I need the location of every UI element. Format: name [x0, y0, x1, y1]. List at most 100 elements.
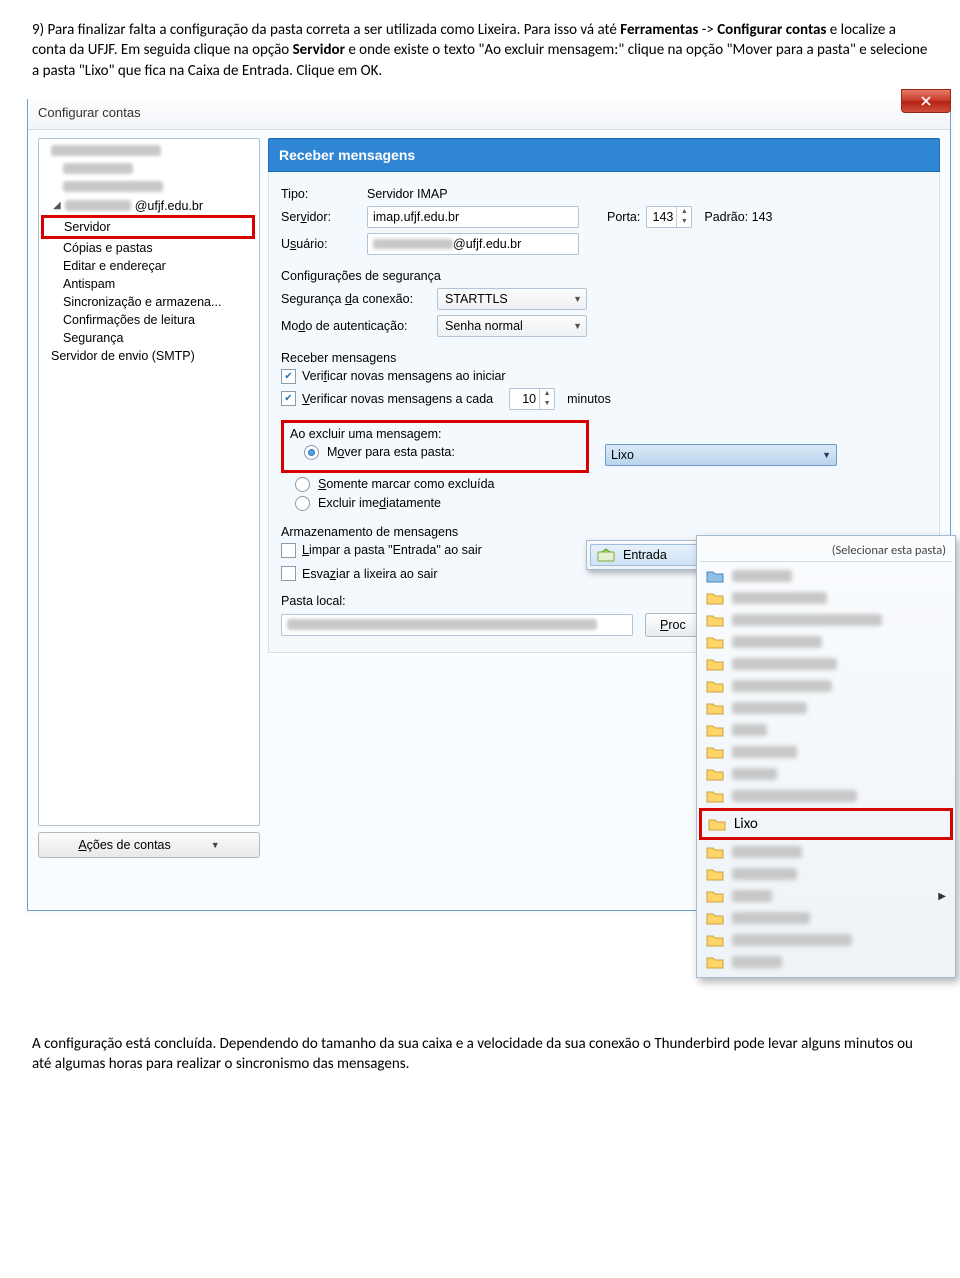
- radio-delete-immediate-label: Excluir imediatamente: [318, 496, 441, 510]
- folder-item[interactable]: [700, 841, 952, 863]
- folder-item[interactable]: [700, 763, 952, 785]
- servidor-item-highlight[interactable]: Servidor: [41, 215, 255, 239]
- chk-check-interval[interactable]: ✔: [281, 391, 296, 406]
- folder-item[interactable]: [700, 631, 952, 653]
- folder-dropdown[interactable]: Lixo ▼: [605, 444, 837, 466]
- close-icon: [921, 96, 931, 106]
- folder-icon: [706, 635, 724, 649]
- usuario-input[interactable]: @ufjf.edu.br: [367, 233, 579, 255]
- submenu-header[interactable]: (Selecionar esta pasta): [700, 540, 952, 562]
- tree-item-servidor: Servidor: [64, 220, 111, 234]
- folder-icon: [706, 591, 724, 605]
- folder-item[interactable]: ▶: [700, 885, 952, 907]
- folder-item[interactable]: [700, 863, 952, 885]
- radio-delete-immediate[interactable]: [295, 496, 310, 511]
- radio-move-folder[interactable]: [304, 445, 319, 460]
- pasta-local-input[interactable]: [281, 614, 633, 636]
- chk-check-startup-label: Verificar novas mensagens ao iniciar: [302, 369, 506, 383]
- radio-mark-deleted-label: Somente marcar como excluída: [318, 477, 494, 491]
- delete-msg-title: Ao excluir uma mensagem:: [290, 427, 580, 441]
- chevron-down-icon: ▼: [573, 294, 582, 304]
- chk-empty-trash[interactable]: [281, 566, 296, 581]
- folder-item[interactable]: [700, 587, 952, 609]
- folder-item[interactable]: [700, 565, 952, 587]
- screenshot-container: Configurar contas ◢ @ufjf.edu.br: [24, 99, 954, 914]
- chevron-down-icon: ▼: [822, 450, 831, 460]
- folder-icon: [706, 701, 724, 715]
- tree-item-sinc[interactable]: Sincronização e armazena...: [39, 293, 259, 311]
- folder-submenu: (Selecionar esta pasta) Lixo ▶: [696, 535, 956, 978]
- radio-mark-deleted[interactable]: [295, 477, 310, 492]
- spin-arrows[interactable]: ▲▼: [676, 207, 691, 227]
- window-close-button[interactable]: [901, 89, 951, 113]
- chevron-down-icon: ▼: [573, 321, 582, 331]
- spin-arrows[interactable]: ▲▼: [539, 389, 554, 409]
- porta-label: Porta:: [607, 210, 640, 224]
- chevron-down-icon: ▼: [211, 840, 220, 850]
- tree-row[interactable]: [39, 179, 259, 197]
- chk-check-startup[interactable]: ✔: [281, 369, 296, 384]
- account-actions-label: Ações de contas: [78, 838, 170, 852]
- tree-item-copias[interactable]: Cópias e pastas: [39, 239, 259, 257]
- folder-icon: [706, 889, 724, 903]
- folder-icon: [706, 955, 724, 969]
- tree-account[interactable]: ◢ @ufjf.edu.br: [39, 197, 259, 215]
- tree-item-editar[interactable]: Editar e endereçar: [39, 257, 259, 275]
- folder-item[interactable]: [700, 741, 952, 763]
- inbox-icon: [597, 548, 615, 562]
- folder-item[interactable]: [700, 697, 952, 719]
- account-suffix: @ufjf.edu.br: [135, 199, 203, 213]
- folder-item[interactable]: [700, 929, 952, 951]
- folder-icon: [706, 613, 724, 627]
- seg-label: Segurança da conexão:: [281, 292, 431, 306]
- folder-icon: [706, 679, 724, 693]
- tree-row[interactable]: [39, 143, 259, 161]
- receive-section-title: Receber mensagens: [281, 351, 927, 365]
- folder-icon: [706, 933, 724, 947]
- folder-item[interactable]: [700, 675, 952, 697]
- window-title: Configurar contas: [38, 105, 141, 120]
- folder-lixo-highlight[interactable]: Lixo: [699, 808, 953, 840]
- accounts-tree[interactable]: ◢ @ufjf.edu.br Servidor Cópias e pastas …: [38, 138, 260, 826]
- folder-item[interactable]: [700, 907, 952, 929]
- folder-icon: [706, 657, 724, 671]
- tree-item-antispam[interactable]: Antispam: [39, 275, 259, 293]
- tipo-label: Tipo:: [281, 187, 361, 201]
- pasta-local-label: Pasta local:: [281, 594, 346, 608]
- seg-dropdown[interactable]: STARTTLS ▼: [437, 288, 587, 310]
- account-actions-button[interactable]: Ações de contas ▼: [38, 832, 260, 858]
- instruction-paragraph-2: A configuração está concluída. Dependend…: [32, 1034, 928, 1075]
- porta-spin[interactable]: 143 ▲▼: [646, 206, 692, 228]
- tree-item-seguranca[interactable]: Segurança: [39, 329, 259, 347]
- caret-icon: ◢: [53, 200, 61, 211]
- chk-clean-inbox[interactable]: [281, 543, 296, 558]
- accounts-tree-panel: ◢ @ufjf.edu.br Servidor Cópias e pastas …: [38, 138, 260, 858]
- folder-item[interactable]: [700, 951, 952, 973]
- folder-icon: [706, 767, 724, 781]
- usuario-label: Usuário:: [281, 237, 361, 251]
- radio-move-folder-label: Mover para esta pasta:: [327, 445, 455, 459]
- folder-item[interactable]: [700, 785, 952, 807]
- auth-label: Modo de autenticação:: [281, 319, 431, 333]
- folder-icon: [706, 723, 724, 737]
- folder-icon: [708, 817, 726, 831]
- servidor-input[interactable]: imap.ufjf.edu.br: [367, 206, 579, 228]
- folder-icon: [706, 845, 724, 859]
- security-section-title: Configurações de segurança: [281, 269, 927, 283]
- auth-dropdown[interactable]: Senha normal ▼: [437, 315, 587, 337]
- browse-button[interactable]: Proc: [645, 613, 701, 637]
- folder-icon: [706, 789, 724, 803]
- servidor-label: Servidor:: [281, 210, 361, 224]
- folder-item[interactable]: [700, 719, 952, 741]
- interval-spin[interactable]: 10 ▲▼: [509, 388, 555, 410]
- folder-item[interactable]: [700, 653, 952, 675]
- chk-empty-trash-label: Esvaziar a lixeira ao sair: [302, 567, 437, 581]
- tree-item-smtp[interactable]: Servidor de envio (SMTP): [39, 347, 259, 365]
- folder-item[interactable]: [700, 609, 952, 631]
- folder-icon: [706, 911, 724, 925]
- folder-icon: [706, 867, 724, 881]
- folder-icon: [706, 745, 724, 759]
- tree-row[interactable]: [39, 161, 259, 179]
- tree-item-confirm[interactable]: Confirmações de leitura: [39, 311, 259, 329]
- tipo-value: Servidor IMAP: [367, 187, 448, 201]
